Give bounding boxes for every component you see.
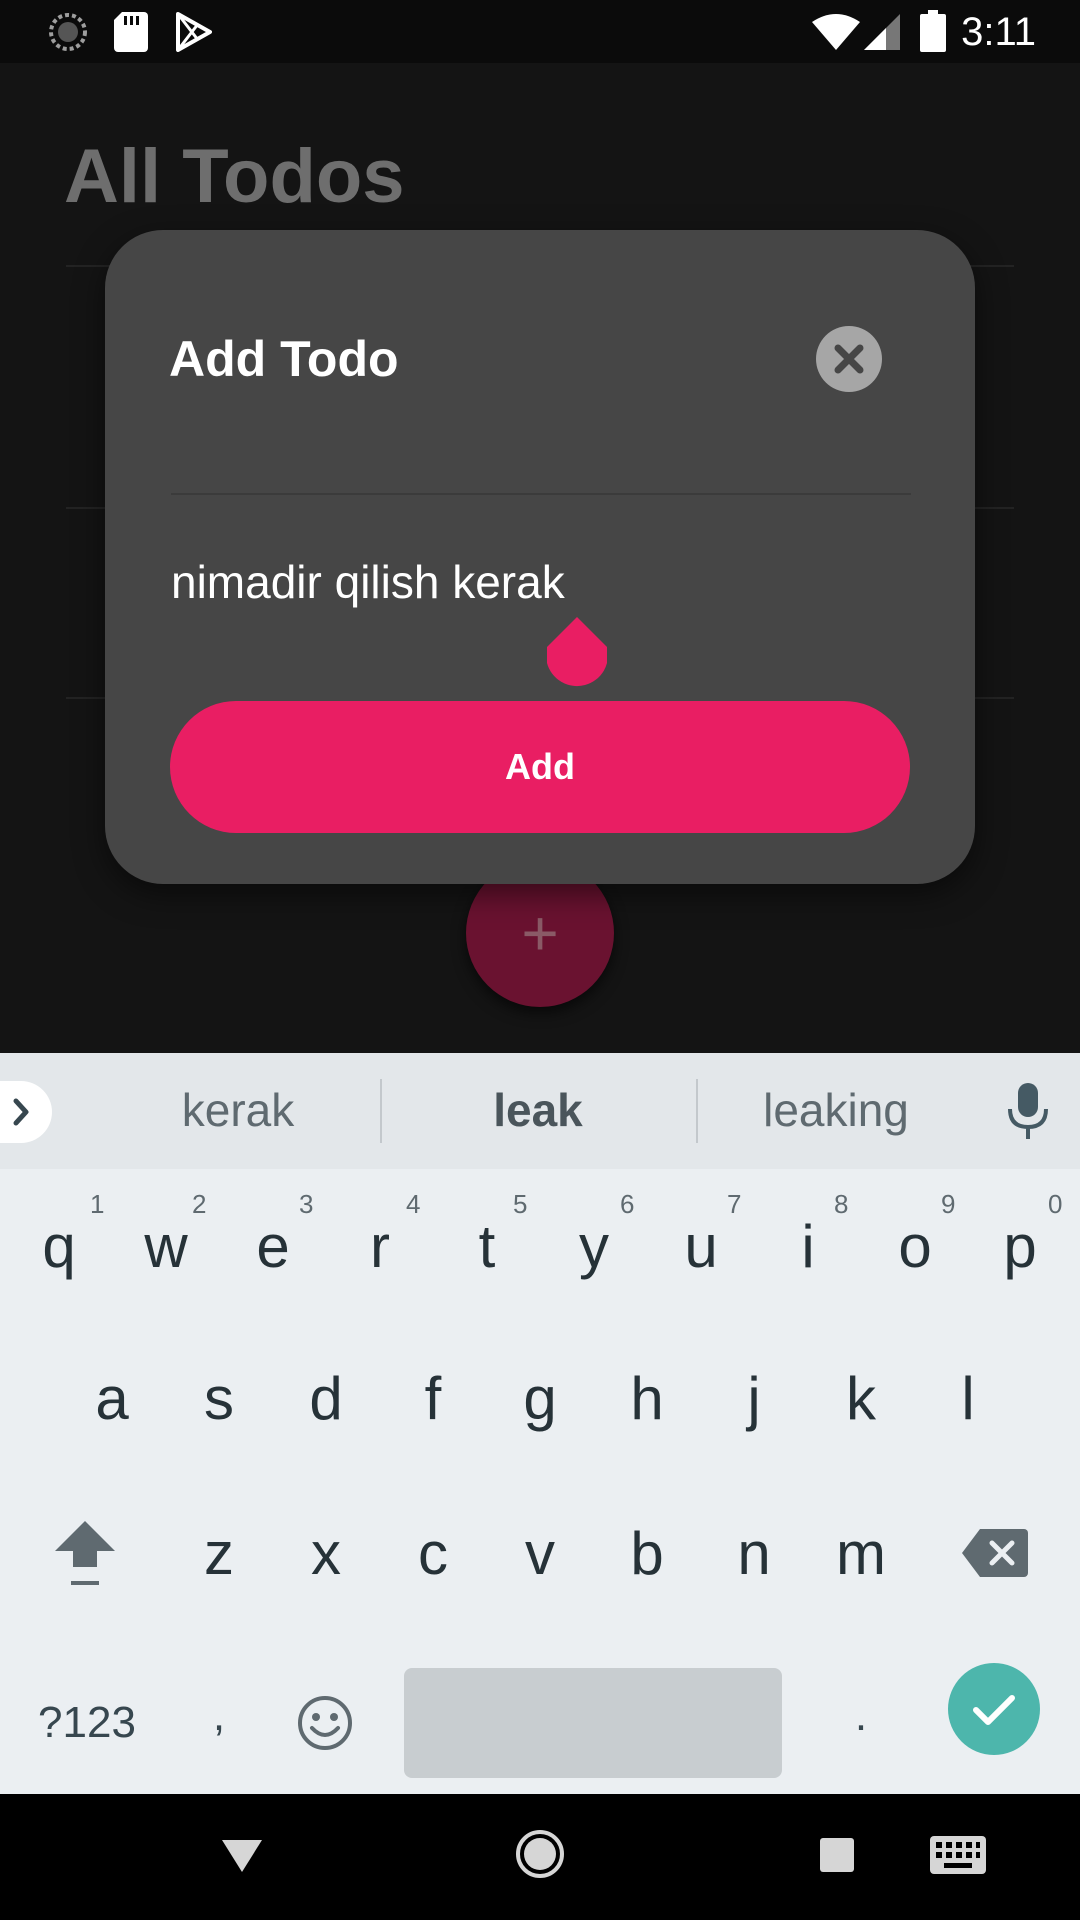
dialog-title: Add Todo xyxy=(169,331,399,387)
add-todo-dialog: Add Todo Add xyxy=(105,230,975,884)
suggestion-item[interactable]: leaking xyxy=(696,1083,976,1137)
key-n[interactable]: n xyxy=(709,1498,799,1608)
key-h[interactable]: h xyxy=(602,1343,692,1453)
close-icon xyxy=(834,344,864,374)
key-hint: 0 xyxy=(1048,1189,1063,1219)
key-hint: 9 xyxy=(941,1189,956,1219)
todo-input[interactable] xyxy=(171,552,911,612)
key-hint: 1 xyxy=(90,1189,105,1219)
key-z[interactable]: z xyxy=(174,1498,264,1608)
screen: 3:11 All Todos + Add Todo Add xyxy=(0,0,1080,1920)
soft-keyboard: kerak leak leaking q w e r t y u i o p 1… xyxy=(0,1053,1080,1794)
back-icon[interactable] xyxy=(220,1838,264,1874)
key-hint: 6 xyxy=(620,1189,635,1219)
backspace-icon xyxy=(962,1529,1028,1577)
key-hint: 7 xyxy=(727,1189,742,1219)
microphone-icon[interactable] xyxy=(1008,1083,1048,1139)
key-d[interactable]: d xyxy=(281,1343,371,1453)
key-x[interactable]: x xyxy=(281,1498,371,1608)
key-hint: 8 xyxy=(834,1189,849,1219)
key-j[interactable]: j xyxy=(709,1343,799,1453)
key-b[interactable]: b xyxy=(602,1498,692,1608)
suggestion-item[interactable]: kerak xyxy=(98,1083,378,1137)
sync-icon xyxy=(48,12,88,57)
key-a[interactable]: a xyxy=(67,1343,157,1453)
chevron-right-icon xyxy=(13,1098,29,1126)
key-hint: 4 xyxy=(406,1189,421,1219)
home-icon[interactable] xyxy=(514,1828,566,1880)
suggestion-item[interactable]: leak xyxy=(398,1083,678,1137)
key-c[interactable]: c xyxy=(388,1498,478,1608)
expand-suggestions-button[interactable] xyxy=(0,1081,52,1143)
key-hint: 2 xyxy=(192,1189,207,1219)
suggestion-strip: kerak leak leaking xyxy=(0,1053,1080,1169)
symbols-key[interactable]: ?123 xyxy=(22,1673,152,1773)
space-key[interactable] xyxy=(404,1668,782,1778)
emoji-icon xyxy=(298,1696,352,1750)
close-button[interactable] xyxy=(816,326,882,392)
key-s[interactable]: s xyxy=(174,1343,264,1453)
battery-icon xyxy=(920,10,946,57)
key-g[interactable]: g xyxy=(495,1343,585,1453)
comma-key[interactable]: , xyxy=(174,1661,264,1771)
status-bar: 3:11 xyxy=(0,0,1080,63)
navigation-bar xyxy=(0,1794,1080,1920)
key-v[interactable]: v xyxy=(495,1498,585,1608)
key-hint: 5 xyxy=(513,1189,528,1219)
key-k[interactable]: k xyxy=(816,1343,906,1453)
page-title: All Todos xyxy=(64,134,405,219)
suggestion-divider xyxy=(380,1079,382,1143)
key-m[interactable]: m xyxy=(816,1498,906,1608)
backspace-key[interactable] xyxy=(950,1498,1040,1608)
sd-card-icon xyxy=(114,12,148,57)
enter-key[interactable] xyxy=(948,1663,1040,1755)
recents-icon[interactable] xyxy=(820,1838,854,1872)
period-key[interactable]: . xyxy=(816,1661,906,1771)
key-f[interactable]: f xyxy=(388,1343,478,1453)
key-l[interactable]: l xyxy=(923,1343,1013,1453)
wifi-icon xyxy=(812,14,860,55)
add-button[interactable]: Add xyxy=(170,701,910,833)
dialog-divider xyxy=(171,493,911,495)
shift-icon xyxy=(55,1521,115,1585)
status-time: 3:11 xyxy=(961,10,1036,54)
signal-icon xyxy=(864,14,900,55)
text-cursor-handle[interactable] xyxy=(547,617,607,693)
keyboard-switch-icon[interactable] xyxy=(930,1836,986,1874)
emoji-key[interactable] xyxy=(280,1668,370,1778)
shift-key[interactable] xyxy=(40,1498,130,1608)
key-hint: 3 xyxy=(299,1189,314,1219)
checkmark-icon xyxy=(973,1695,1015,1725)
play-store-icon xyxy=(176,12,212,57)
